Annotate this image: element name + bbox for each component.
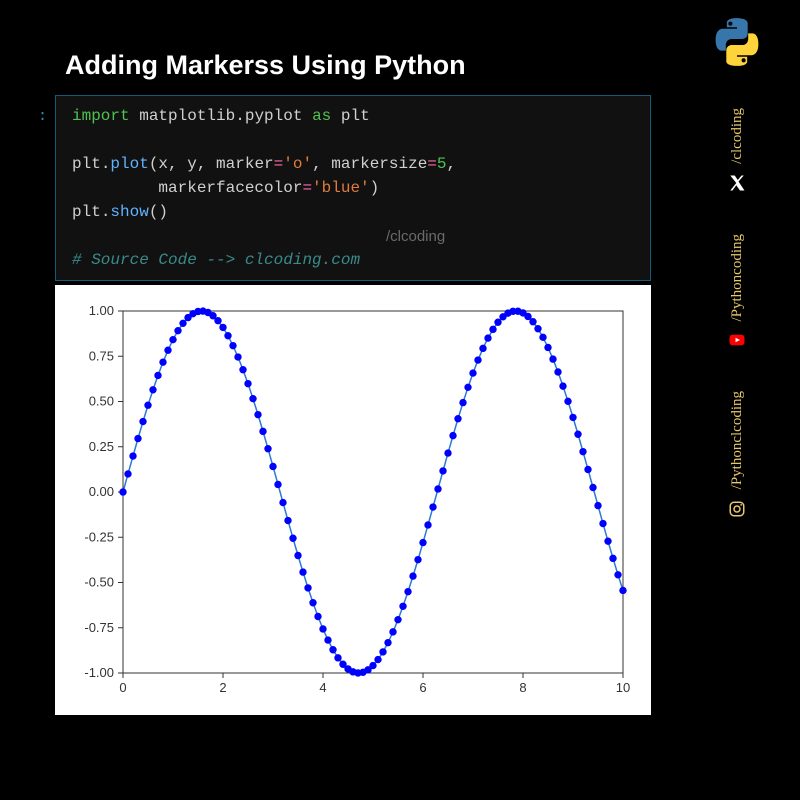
social-links: /clcoding /Pythoncoding /Pythonclcoding: [728, 108, 746, 518]
python-logo-icon: [709, 14, 765, 70]
page-title: Adding Markerss Using Python: [55, 50, 651, 81]
main-panel: Adding Markerss Using Python : import ma…: [55, 50, 651, 715]
social-youtube[interactable]: /Pythoncoding: [728, 234, 746, 350]
svg-text:0.50: 0.50: [89, 394, 114, 409]
code-block: : import matplotlib.pyplot as plt plt.pl…: [55, 95, 651, 281]
sine-plot: -1.00 -0.75 -0.50 -0.25 0.00 0.25 0.50 0.75 1.00…: [61, 297, 641, 705]
svg-text:0.25: 0.25: [89, 439, 114, 454]
svg-text:-0.50: -0.50: [84, 575, 114, 590]
svg-text:4: 4: [319, 680, 326, 695]
svg-text:8: 8: [519, 680, 526, 695]
code-comment: # Source Code --> clcoding.com: [60, 248, 640, 272]
svg-text:0: 0: [119, 680, 126, 695]
social-instagram-handle: /Pythonclcoding: [729, 391, 746, 489]
watermark-text: /clcoding: [386, 226, 445, 249]
code-line-2: plt.plot(x, y, marker='o', markersize=5,: [60, 152, 640, 176]
x-icon: [728, 174, 746, 192]
sidebar: /clcoding /Pythoncoding /Pythonclcoding: [682, 14, 792, 784]
svg-text:6: 6: [419, 680, 426, 695]
blank-line: [60, 224, 640, 248]
youtube-icon: [728, 331, 746, 349]
cell-prompt: :: [38, 104, 47, 127]
chart-output: -1.00 -0.75 -0.50 -0.25 0.00 0.25 0.50 0.75 1.00…: [55, 285, 651, 715]
svg-text:-0.75: -0.75: [84, 620, 114, 635]
svg-text:0.75: 0.75: [89, 348, 114, 363]
svg-text:0.00: 0.00: [89, 484, 114, 499]
code-line-1: import matplotlib.pyplot as plt: [60, 104, 640, 128]
social-youtube-handle: /Pythoncoding: [729, 234, 746, 322]
instagram-icon: [728, 500, 746, 518]
svg-text:-0.25: -0.25: [84, 529, 114, 544]
social-x[interactable]: /clcoding: [728, 108, 746, 192]
code-line-3: markerfacecolor='blue'): [60, 176, 640, 200]
svg-text:10: 10: [616, 680, 630, 695]
svg-text:-1.00: -1.00: [84, 665, 114, 680]
svg-text:2: 2: [219, 680, 226, 695]
social-x-handle: /clcoding: [729, 108, 746, 164]
social-instagram[interactable]: /Pythonclcoding: [728, 391, 746, 517]
code-line-4: plt.show(): [60, 200, 640, 224]
blank-line: [60, 128, 640, 152]
svg-text:1.00: 1.00: [89, 303, 114, 318]
